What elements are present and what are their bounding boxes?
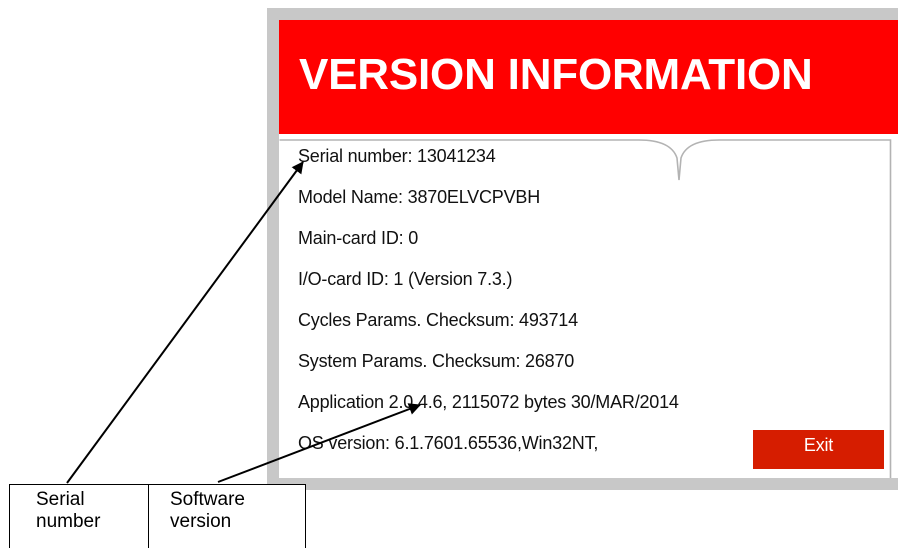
application-version-line: Application 2.0.4.6, 2115072 bytes 30/MA… (298, 392, 679, 412)
io-card-id-line: I/O-card ID: 1 (Version 7.3.) (298, 269, 513, 289)
system-params-checksum-line: System Params. Checksum: 26870 (298, 351, 575, 371)
software-version-callout-label: Software version (170, 489, 245, 532)
serial-number-callout-label: Serial number (36, 489, 101, 532)
os-version-line: OS version: 6.1.7601.65536,Win32NT, (298, 433, 599, 453)
version-dialog-panel: VERSION INFORMATION Serial number: 13041… (279, 20, 898, 478)
software-version-callout: Software version (148, 484, 306, 548)
version-info-list: Serial number: 13041234 Model Name: 3870… (298, 146, 679, 474)
serial-number-callout: Serial number (9, 484, 149, 548)
cycles-params-checksum-line: Cycles Params. Checksum: 493714 (298, 310, 578, 330)
model-name-line: Model Name: 3870ELVCPVBH (298, 187, 540, 207)
serial-number-line: Serial number: 13041234 (298, 146, 496, 166)
main-card-id-line: Main-card ID: 0 (298, 228, 419, 248)
exit-button[interactable]: Exit (753, 430, 884, 469)
